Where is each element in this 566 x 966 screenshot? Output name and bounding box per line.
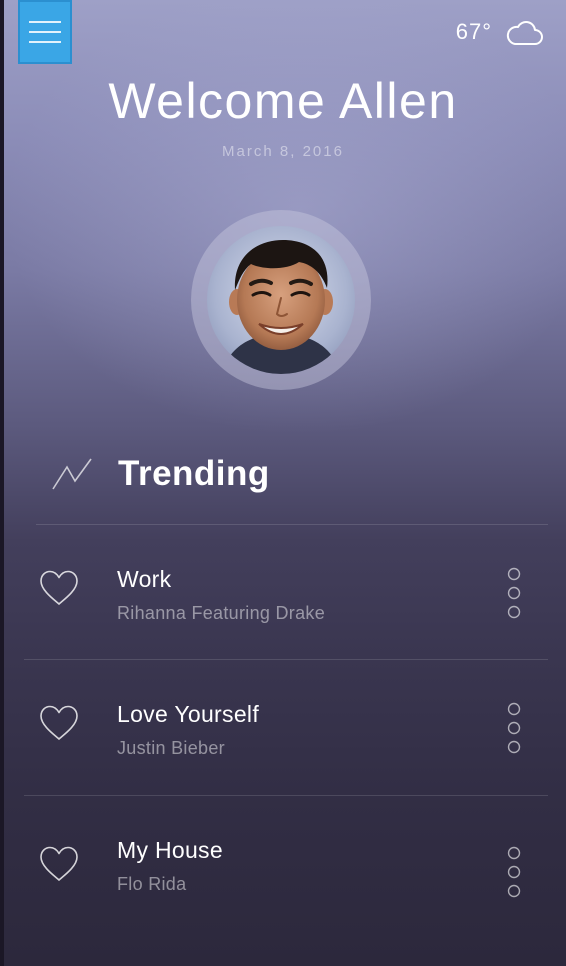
welcome-title: Welcome Allen xyxy=(108,73,458,129)
heart-outline-icon[interactable] xyxy=(38,704,80,742)
trending-line-icon xyxy=(52,458,92,490)
heart-outline-icon[interactable] xyxy=(38,569,80,607)
temperature-label: 67° xyxy=(455,19,492,44)
avatar-photo xyxy=(221,240,341,374)
song-artist: Justin Bieber xyxy=(117,738,225,758)
avatar[interactable] xyxy=(207,226,355,374)
trending-title: Trending xyxy=(118,454,270,493)
hamburger-menu-icon xyxy=(29,41,61,43)
song-title: Work xyxy=(117,566,172,592)
divider xyxy=(36,524,548,525)
song-row[interactable]: Work Rihanna Featuring Drake xyxy=(0,526,566,660)
song-row[interactable]: My House Flo Rida xyxy=(0,797,566,931)
vertical-dots-icon[interactable] xyxy=(503,845,525,901)
divider xyxy=(24,659,548,660)
song-artist: Flo Rida xyxy=(117,874,187,894)
song-title: Love Yourself xyxy=(117,701,260,727)
hamburger-menu-icon xyxy=(29,31,61,33)
date-label: March 8, 2016 xyxy=(222,143,344,160)
song-artist: Rihanna Featuring Drake xyxy=(117,603,326,623)
hamburger-menu-icon xyxy=(29,21,61,23)
home-screen: 67° Welcome Allen March 8, 2016 Trending… xyxy=(0,0,566,966)
vertical-dots-icon[interactable] xyxy=(503,566,525,622)
divider xyxy=(24,795,548,796)
avatar-ring xyxy=(191,210,371,390)
heart-outline-icon[interactable] xyxy=(38,845,80,883)
song-title: My House xyxy=(117,837,223,863)
vertical-dots-icon[interactable] xyxy=(503,701,525,757)
weather-widget[interactable]: 67° xyxy=(456,16,544,48)
cloud-icon xyxy=(506,21,543,45)
trending-header: Trending xyxy=(50,450,270,498)
menu-button[interactable] xyxy=(18,0,72,64)
song-row[interactable]: Love Yourself Justin Bieber xyxy=(0,661,566,795)
